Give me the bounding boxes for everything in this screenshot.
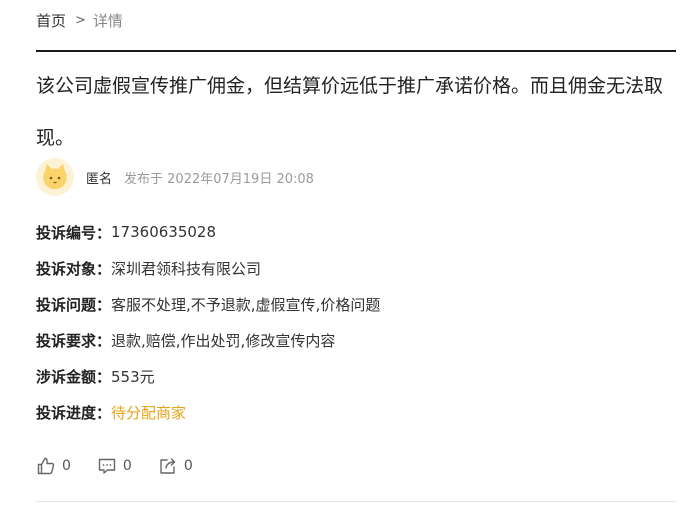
field-label: 投诉编号： <box>36 223 112 242</box>
action-bar: 0 0 0 <box>36 454 219 478</box>
field-label: 投诉要求： <box>36 331 112 350</box>
comment-button[interactable]: 0 <box>97 456 132 476</box>
cat-avatar-icon <box>36 158 74 196</box>
field-complaint-target: 投诉对象： 深圳君领科技有限公司 <box>36 250 380 286</box>
comment-count: 0 <box>122 458 132 474</box>
field-complaint-progress: 投诉进度： 待分配商家 <box>36 394 380 430</box>
field-label: 投诉对象： <box>36 259 112 278</box>
status-badge: 待分配商家 <box>111 403 187 422</box>
breadcrumb-home-link[interactable]: 首页 <box>36 10 66 31</box>
breadcrumb-separator: > <box>75 12 86 28</box>
field-label: 投诉进度： <box>36 403 112 422</box>
complaint-fields: 投诉编号： 17360635028 投诉对象： 深圳君领科技有限公司 投诉问题：… <box>36 214 380 430</box>
author-name: 匿名 <box>86 171 113 187</box>
complaint-title: 该公司虚假宣传推广佣金，但结算价远低于推广承诺价格。而且佣金无法取现。 <box>36 75 664 149</box>
post-time: 发布于 2022年07月19日 20:08 <box>124 171 314 187</box>
field-complaint-id: 投诉编号： 17360635028 <box>36 214 380 250</box>
field-value: 深圳君领科技有限公司 <box>111 259 262 278</box>
footer-divider <box>36 501 676 502</box>
share-button[interactable]: 0 <box>158 456 193 476</box>
field-complaint-amount: 涉诉金额： 553元 <box>36 358 380 394</box>
field-complaint-issue: 投诉问题： 客服不处理,不予退款,虚假宣传,价格问题 <box>36 286 380 322</box>
comment-icon <box>97 456 117 476</box>
author-row: 匿名 发布于 2022年07月19日 20:08 <box>36 158 314 196</box>
field-complaint-request: 投诉要求： 退款,赔偿,作出处罚,修改宣传内容 <box>36 322 380 358</box>
thumbs-up-icon <box>36 456 56 476</box>
header-divider <box>36 50 676 52</box>
share-icon <box>158 456 178 476</box>
share-count: 0 <box>183 458 193 474</box>
like-count: 0 <box>62 458 71 474</box>
field-label: 涉诉金额： <box>36 367 112 386</box>
breadcrumb-current: 详情 <box>92 11 123 30</box>
field-label: 投诉问题： <box>36 295 112 314</box>
field-value: 客服不处理,不予退款,虚假宣传,价格问题 <box>111 295 381 314</box>
complaint-detail-page: 首页 > 详情 该公司虚假宣传推广佣金，但结算价远低于推广承诺价格。而且佣金无法… <box>0 0 695 509</box>
breadcrumb: 首页 > 详情 <box>36 9 123 31</box>
field-value: 17360635028 <box>111 223 216 241</box>
field-value: 553元 <box>111 367 155 386</box>
field-value: 退款,赔偿,作出处罚,修改宣传内容 <box>111 331 336 350</box>
like-button[interactable]: 0 <box>36 456 71 476</box>
